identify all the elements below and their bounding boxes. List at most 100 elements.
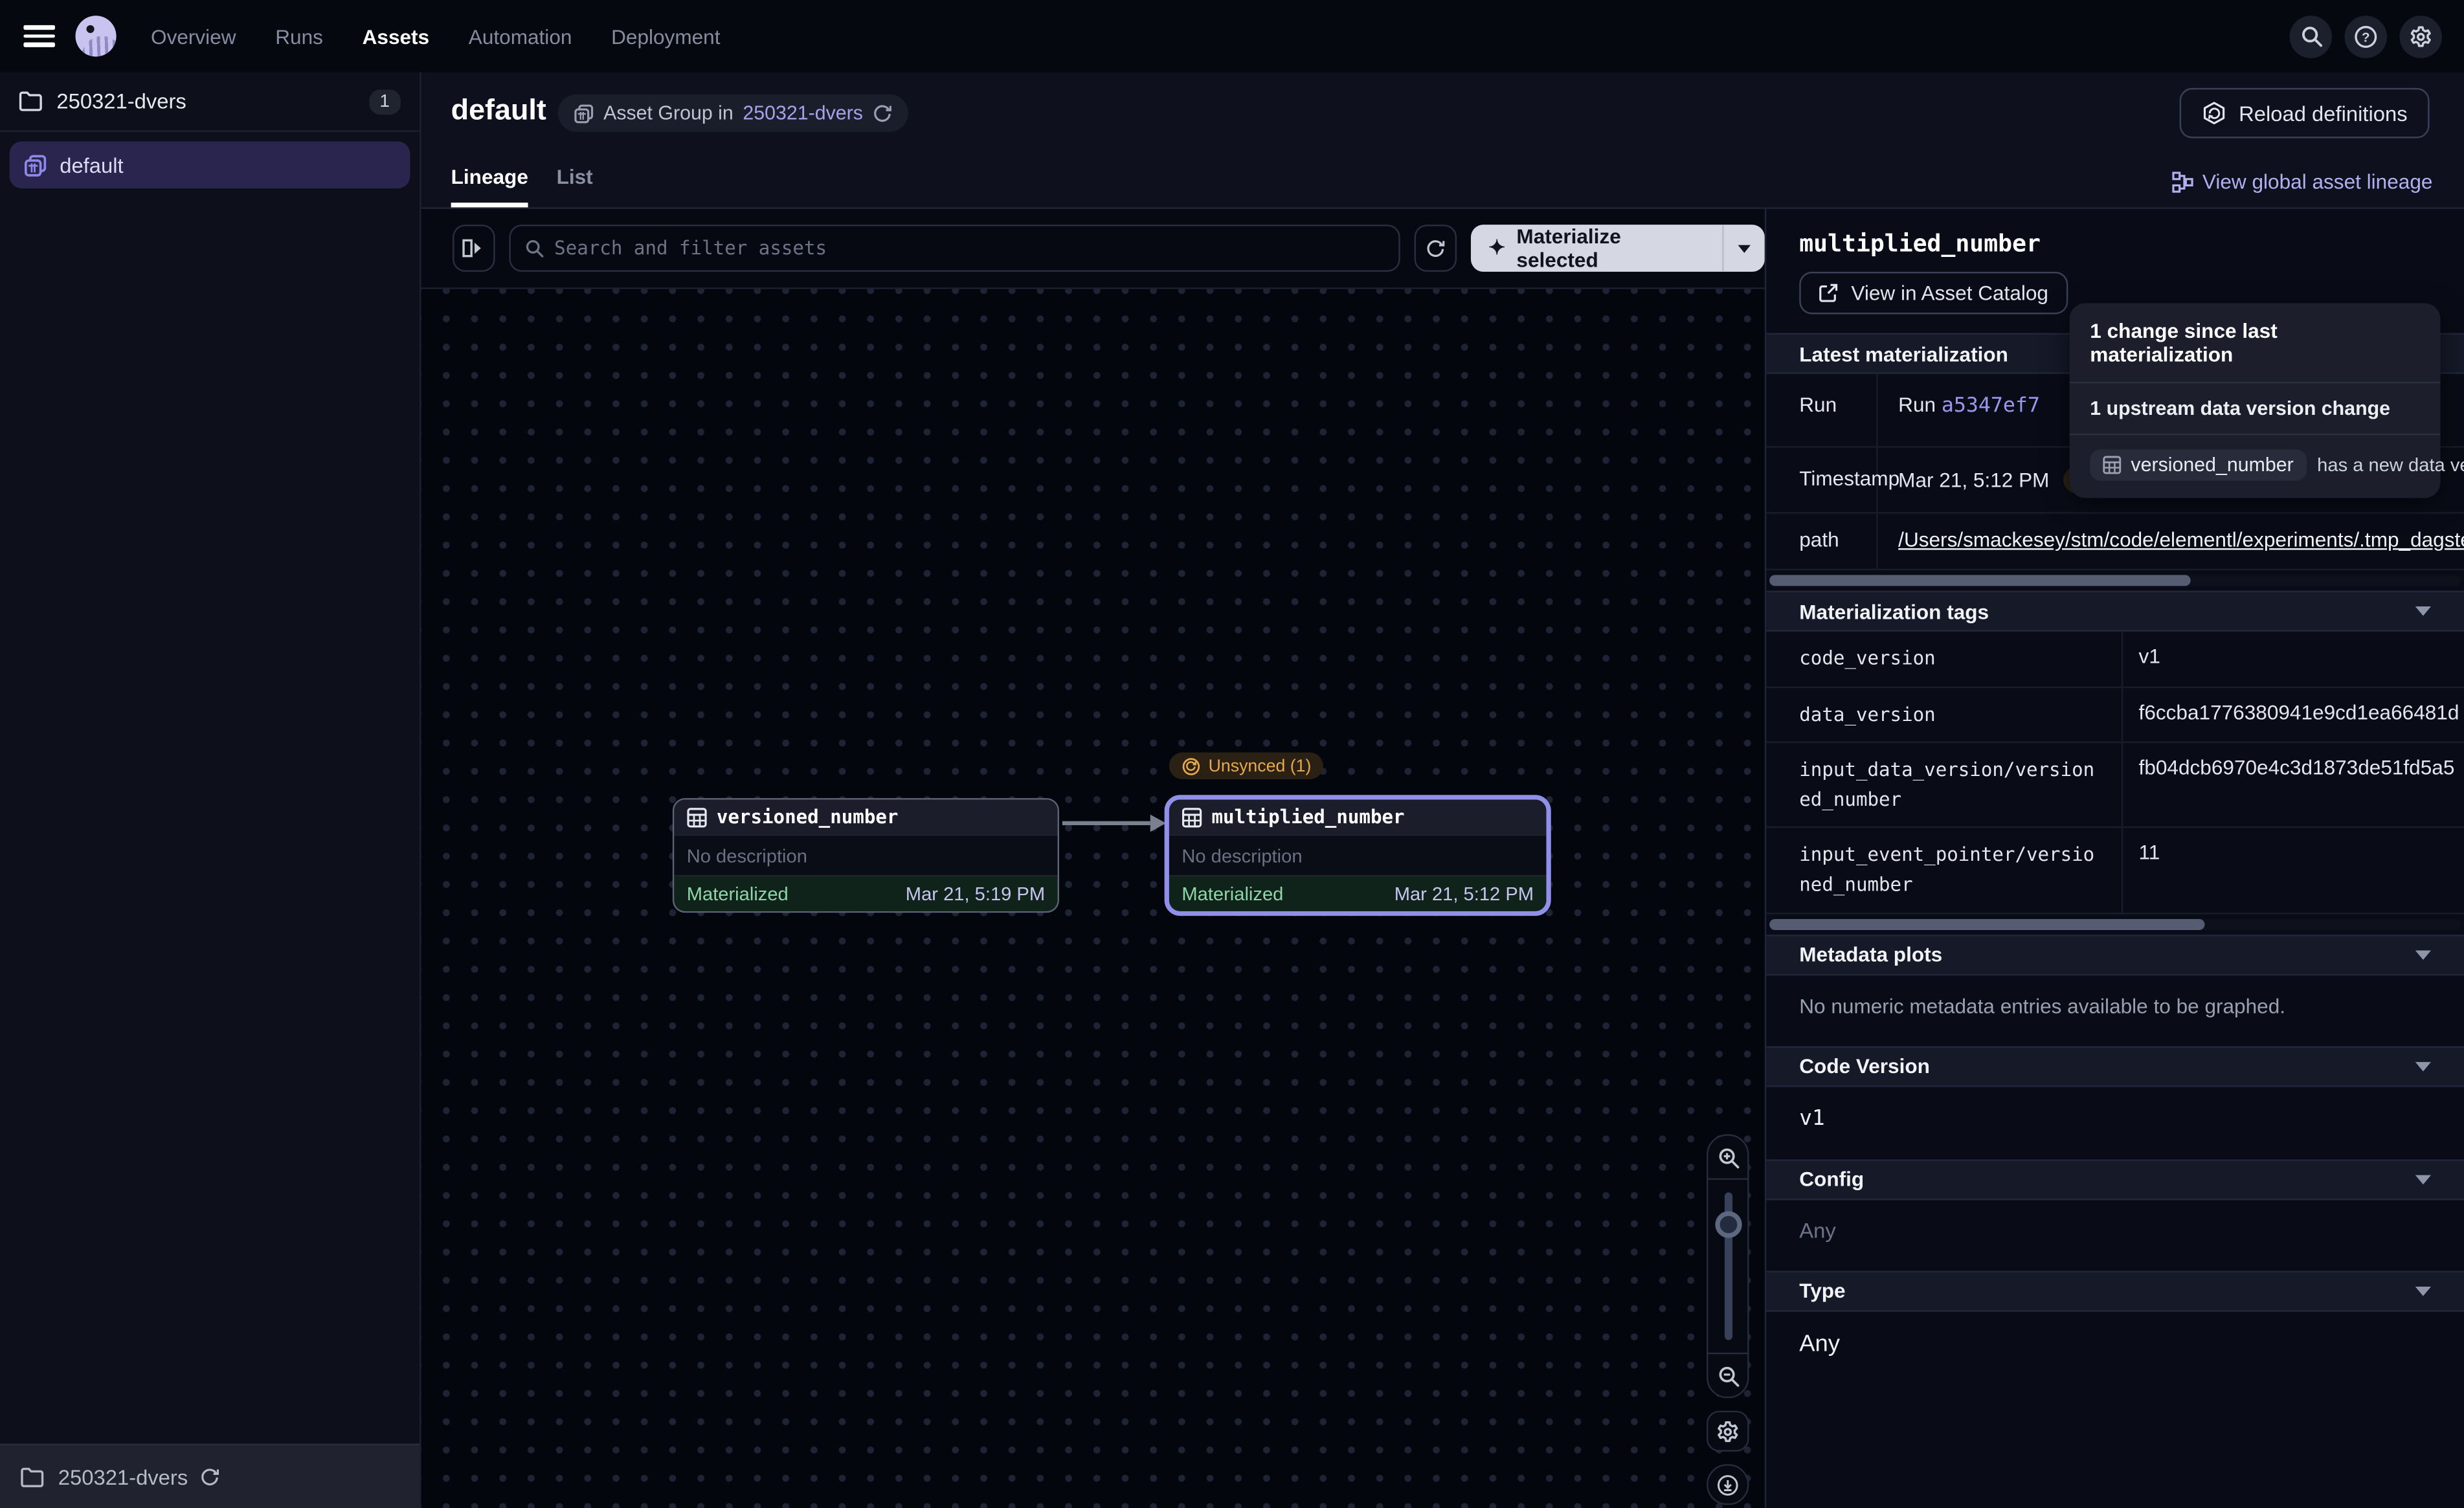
topnav-actions: ? (2290, 15, 2442, 58)
reload-location-icon[interactable] (199, 1467, 219, 1487)
section-code-version[interactable]: Code Version (1766, 1046, 2464, 1087)
run-label: Run (1766, 374, 1877, 447)
lineage-edge-arrow (1059, 808, 1169, 839)
materialize-options-button[interactable] (1724, 244, 1765, 252)
zoom-in-button[interactable] (1708, 1136, 1747, 1179)
nav-deployment[interactable]: Deployment (611, 25, 720, 48)
gear-icon (2409, 25, 2432, 48)
dagster-logo-icon[interactable] (76, 16, 117, 56)
zoom-out-icon (1717, 1364, 1739, 1386)
tag-key: data_version (1766, 687, 2123, 742)
nav-runs[interactable]: Runs (275, 25, 323, 48)
section-materialization-tags[interactable]: Materialization tags (1766, 591, 2464, 632)
tag-key: code_version (1766, 632, 2123, 686)
external-link-icon (1818, 283, 1839, 304)
asset-node-status: Materialized (1182, 883, 1283, 905)
tag-row: code_version v1 (1766, 632, 2464, 687)
tag-value: v1 (2123, 632, 2464, 686)
refresh-graph-button[interactable] (1415, 225, 1457, 272)
collapse-caret-icon (2415, 1286, 2431, 1296)
unsynced-badge-label: Unsynced (1) (1209, 757, 1312, 775)
dagster-app: Overview Runs Assets Automation Deployme… (0, 0, 2464, 1508)
horizontal-scrollbar (1769, 918, 2461, 929)
table-icon (2103, 456, 2122, 474)
materialize-selected-split-button: ✦ Materialize selected (1471, 225, 1765, 272)
asset-node-header: versioned_number (674, 799, 1057, 834)
graph-settings-button[interactable] (1707, 1411, 1749, 1452)
zoom-slider-handle[interactable] (1714, 1211, 1741, 1237)
materialize-selected-button[interactable]: ✦ Materialize selected (1471, 225, 1722, 272)
table-icon (1182, 806, 1202, 827)
section-label: Materialization tags (1799, 599, 1989, 623)
unsynced-icon (1182, 757, 1200, 775)
collapse-caret-icon (2415, 606, 2431, 616)
reload-definitions-button[interactable]: Reload definitions (2179, 88, 2430, 139)
view-in-asset-catalog-button[interactable]: View in Asset Catalog (1799, 272, 2067, 315)
table-icon (687, 806, 708, 827)
tab-lineage[interactable]: Lineage (451, 165, 528, 208)
panel-asset-title: multiplied_number (1799, 229, 2464, 258)
svg-text:?: ? (2362, 29, 2370, 44)
nav-assets[interactable]: Assets (363, 25, 430, 48)
tab-list[interactable]: List (557, 165, 593, 208)
unsynced-badge[interactable]: Unsynced (1) (1169, 753, 1324, 779)
folder-icon (19, 91, 42, 112)
help-button[interactable]: ? (2345, 15, 2388, 58)
lineage-graph-canvas[interactable]: versioned_number No description Material… (421, 289, 1765, 1508)
tag-value: fb04dcb6970e4c3d1873de51fd5a5 (2123, 744, 2464, 827)
asset-search-box (509, 225, 1401, 272)
path-link[interactable]: /Users/smackesey/stm/code/elementl/exper… (1898, 528, 2464, 551)
hamburger-menu-icon[interactable] (23, 25, 55, 47)
popup-title: 1 change since last materialization (2070, 303, 2441, 383)
download-image-button[interactable] (1707, 1464, 1749, 1505)
nav-automation[interactable]: Automation (469, 25, 572, 48)
search-icon (524, 239, 543, 258)
scrollbar-thumb[interactable] (1769, 918, 2205, 929)
collapse-caret-icon (2415, 1061, 2431, 1071)
tag-value: 11 (2123, 828, 2464, 912)
popup-subtitle: 1 upstream data version change (2070, 383, 2441, 435)
asset-node-header: multiplied_number (1169, 799, 1547, 834)
section-config[interactable]: Config (1766, 1159, 2464, 1199)
asset-node-multiplied-number[interactable]: multiplied_number No description Materia… (1165, 795, 1551, 916)
scrollbar-thumb[interactable] (1769, 575, 2191, 586)
nav-overview[interactable]: Overview (151, 25, 236, 48)
sidebar-group-row[interactable]: 250321-dvers 1 (0, 72, 420, 132)
asset-node-versioned-number[interactable]: versioned_number No description Material… (673, 798, 1059, 913)
asset-group-badge-prefix: Asset Group in (603, 102, 734, 124)
asset-chip[interactable]: versioned_number (2090, 449, 2306, 481)
popup-change-row: versioned_number has a new data version (2070, 435, 2441, 498)
nav-links: Overview Runs Assets Automation Deployme… (151, 25, 720, 48)
sidebar-footer[interactable]: 250321-dvers (0, 1444, 420, 1508)
help-icon: ? (2354, 25, 2377, 48)
sidebar-item-default[interactable]: default (10, 141, 410, 188)
lineage-icon (2171, 170, 2193, 192)
section-type[interactable]: Type (1766, 1270, 2464, 1311)
search-input[interactable] (554, 238, 1385, 260)
sync-icon[interactable] (872, 103, 893, 124)
run-id-link[interactable]: a5347ef7 (1942, 394, 2040, 417)
settings-button[interactable] (2399, 15, 2442, 58)
asset-group-badge-link[interactable]: 250321-dvers (743, 102, 863, 124)
path-label: path (1766, 514, 1877, 569)
asset-group-badge[interactable]: Asset Group in 250321-dvers (558, 94, 909, 132)
asset-node-description: No description (687, 845, 807, 867)
section-metadata-plots[interactable]: Metadata plots (1766, 934, 2464, 975)
view-tabs: Lineage List (451, 165, 593, 208)
zoom-slider[interactable] (1708, 1178, 1747, 1354)
section-label: Code Version (1799, 1054, 1930, 1078)
asset-group-icon (23, 153, 47, 177)
view-in-asset-catalog-label: View in Asset Catalog (1851, 281, 2048, 304)
expand-sidebar-panel-button[interactable] (453, 225, 495, 272)
section-label: Metadata plots (1799, 943, 1942, 966)
view-global-asset-lineage-link[interactable]: View global asset lineage (2171, 170, 2432, 193)
asset-node-description: No description (1182, 845, 1302, 867)
gear-icon (1716, 1419, 1740, 1443)
section-label: Type (1799, 1279, 1845, 1302)
search-button[interactable] (2290, 15, 2333, 58)
reload-definitions-icon (2201, 100, 2226, 126)
changes-popup[interactable]: 1 change since last materialization 1 up… (2070, 303, 2441, 498)
tag-row: input_data_version/versioned_number fb04… (1766, 744, 2464, 829)
asset-node-footer: Materialized Mar 21, 5:19 PM (674, 876, 1057, 911)
zoom-out-button[interactable] (1708, 1354, 1747, 1397)
